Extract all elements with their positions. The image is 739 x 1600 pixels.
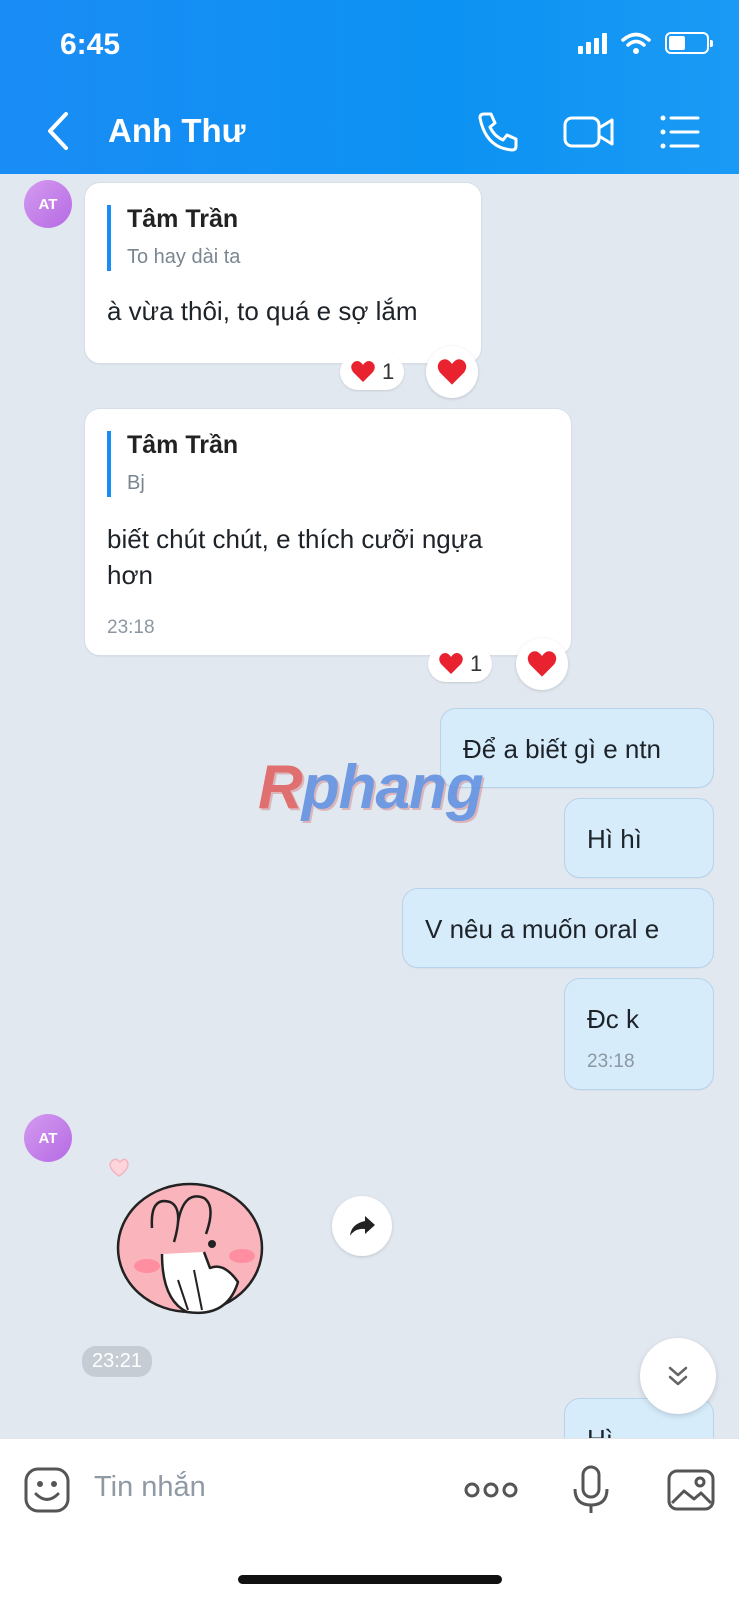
quote-author: Tâm Trần [127, 205, 239, 233]
message-time: 23:18 [107, 617, 155, 638]
message-text: Hì hì [587, 824, 642, 854]
react-button[interactable] [426, 346, 478, 398]
message-text: Đc k [587, 1004, 639, 1034]
message-bubble-outgoing[interactable]: Hì hì [564, 798, 714, 878]
react-button[interactable] [516, 638, 568, 690]
menu-list-icon[interactable] [656, 108, 704, 156]
quote-author: Tâm Trần [127, 431, 239, 459]
message-text-line-1: biết chút chút, e thích cưỡi ngựa [107, 524, 483, 554]
avatar[interactable]: AT [24, 180, 72, 228]
message-text-line-2: hơn [107, 560, 153, 590]
message-bubble-incoming[interactable]: Tâm Trần To hay dài ta à vừa thôi, to qu… [84, 182, 482, 364]
message-bubble-outgoing[interactable]: Đc k 23:18 [564, 978, 714, 1090]
avatar[interactable]: AT [24, 1114, 72, 1162]
reaction-summary[interactable]: 1 [428, 646, 493, 682]
sticker[interactable] [92, 1150, 282, 1330]
message-text: Để a biết gì e ntn [463, 734, 662, 764]
contact-name[interactable]: Anh Thư [108, 112, 246, 150]
wifi-icon [621, 32, 651, 54]
chat-header: 6:45 Anh Thư [0, 0, 739, 174]
status-icons [578, 32, 713, 54]
message-input-bar: Tin nhắn [0, 1438, 739, 1600]
microphone-icon[interactable] [566, 1465, 616, 1515]
forward-button[interactable] [332, 1196, 392, 1256]
battery-icon [665, 32, 713, 54]
reaction-count: 1 [470, 651, 483, 676]
image-icon[interactable] [666, 1465, 716, 1515]
message-bubble-outgoing[interactable]: V nêu a muốn oral e [402, 888, 714, 968]
chevron-double-down-icon [668, 1366, 688, 1386]
status-time: 6:45 [60, 28, 121, 61]
watermark-logo: Rphang [258, 753, 484, 822]
quoted-message[interactable]: Tâm Trần Bj [107, 431, 238, 497]
sticker-emoji-icon[interactable] [22, 1465, 72, 1515]
message-input[interactable]: Tin nhắn [94, 1471, 206, 1504]
phone-icon[interactable] [474, 108, 522, 156]
heart-icon [437, 358, 467, 385]
scroll-to-bottom-button[interactable] [640, 1338, 716, 1414]
heart-icon [351, 361, 375, 382]
message-time-chip: 23:21 [82, 1346, 153, 1377]
message-text: à vừa thôi, to quá e sợ lắm [107, 296, 418, 326]
cellular-signal-icon [578, 32, 607, 54]
heart-icon [439, 653, 463, 674]
message-bubble-incoming[interactable]: Tâm Trần Bj biết chút chút, e thích cưỡi… [84, 408, 572, 656]
message-time: 23:18 [587, 1051, 635, 1072]
reaction-summary[interactable]: 1 [340, 354, 405, 390]
back-arrow-icon[interactable] [38, 108, 78, 154]
more-icon[interactable] [462, 1465, 520, 1515]
video-call-icon[interactable] [562, 108, 616, 156]
reaction-count: 1 [382, 359, 395, 384]
quote-text: Bj [127, 472, 145, 494]
forward-icon [350, 1216, 375, 1236]
quoted-message[interactable]: Tâm Trần To hay dài ta [107, 205, 240, 271]
message-text: V nêu a muốn oral e [425, 914, 660, 944]
heart-icon [527, 650, 557, 677]
home-indicator [238, 1575, 502, 1584]
quote-text: To hay dài ta [127, 246, 241, 268]
